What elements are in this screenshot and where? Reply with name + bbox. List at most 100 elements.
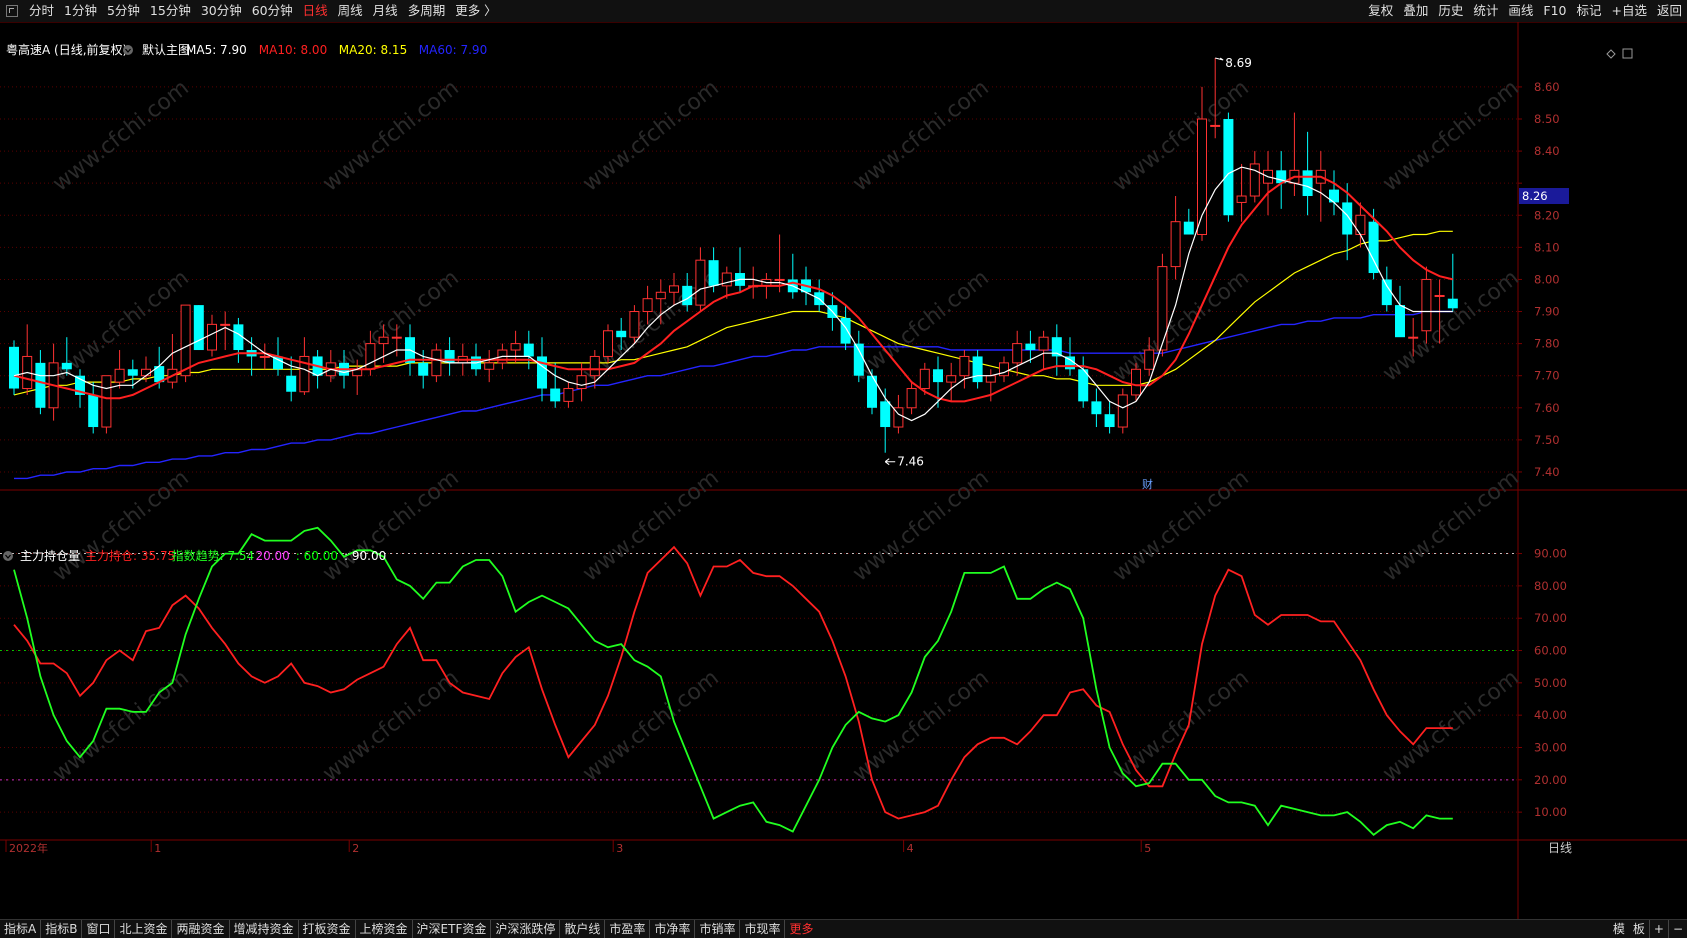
ma60-path (14, 310, 1453, 480)
tool-button-7[interactable]: +自选 (1607, 0, 1652, 22)
period-tabs: 分时 1分钟 5分钟 15分钟 30分钟 60分钟 日线 周线 月线 多周期 更多 〉 (0, 0, 502, 22)
period-tab-3[interactable]: 15分钟 (145, 0, 196, 22)
candle-body (101, 375, 112, 428)
stock-chart: www.cfchi.com www.cfchi.com www.cfchi.com w… (0, 22, 1687, 919)
diamond-icon[interactable] (1606, 49, 1616, 59)
candle-body (1025, 343, 1036, 351)
watermark-text: www.cfchi.com (318, 75, 463, 196)
min-arrow (884, 458, 896, 466)
top-toolbar: 分时 1分钟 5分钟 15分钟 30分钟 60分钟 日线 周线 月线 多周期 更多 〉 复权 叠加 历史… (0, 0, 1687, 23)
tool-button-3[interactable]: 统计 (1468, 0, 1503, 22)
watermark-text: www.cfchi.com (848, 75, 993, 196)
candle-body (1091, 401, 1102, 415)
tool-button-2[interactable]: 历史 (1433, 0, 1468, 22)
ma-legend-2: MA20: 8.15 (339, 43, 407, 57)
indicator-tab-8[interactable]: 沪深ETF资金 (411, 920, 491, 938)
candle-body (207, 323, 217, 351)
candle-body (840, 317, 851, 344)
indicator-tab-9[interactable]: 沪深涨跌停 (490, 920, 559, 938)
period-tab-9[interactable]: 多周期 (403, 0, 451, 22)
candle-body (444, 350, 455, 363)
tool-button-5[interactable]: F10 (1538, 0, 1571, 22)
price-axis-label: 7.90 (1534, 305, 1560, 319)
template-name: 默认主图 (142, 42, 190, 57)
candle-body (1355, 214, 1366, 236)
max-price-label: 8.69 (1225, 56, 1252, 70)
watermark-text: www.cfchi.com (1378, 665, 1523, 786)
period-tab-5[interactable]: 60分钟 (247, 0, 298, 22)
period-tab-8[interactable]: 月线 (368, 0, 403, 22)
tool-button-8[interactable]: 返回 (1652, 0, 1687, 22)
candle-body (1249, 163, 1260, 197)
x-label: 1 (154, 842, 161, 855)
candle-body (1117, 394, 1128, 428)
indicator-tab-5[interactable]: 增减持资金 (228, 920, 298, 938)
restore-window-icon[interactable] (6, 5, 18, 17)
indicator-legend-1: 指数趋势: 7.54 (172, 548, 255, 563)
add-window-button[interactable]: + (1648, 920, 1668, 938)
ma-legend-3: MA60: 7.90 (419, 43, 487, 57)
template-button[interactable]: 模 (1609, 920, 1629, 938)
ma-legend-0: MA5: 7.90 (186, 43, 247, 57)
stock-title: 粤高速A (日线,前复权) (6, 42, 127, 57)
indicator-tab-13[interactable]: 市销率 (694, 920, 739, 938)
candle-body (1012, 343, 1023, 364)
indicator-tab-15[interactable]: 更多 (784, 920, 817, 938)
candle-body (616, 330, 627, 338)
candle-body (708, 260, 719, 286)
tool-button-0[interactable]: 复权 (1363, 0, 1398, 22)
period-tab-2[interactable]: 5分钟 (102, 0, 145, 22)
watermark-text: www.cfchi.com (848, 465, 993, 586)
indicator-axis-label: 10.00 (1534, 805, 1567, 819)
period-tab-10[interactable]: 更多 〉 (450, 0, 501, 22)
candle-body (695, 259, 706, 306)
watermark-text: www.cfchi.com (848, 265, 993, 386)
tool-button-6[interactable]: 标记 (1571, 0, 1606, 22)
indicator-tab-10[interactable]: 散户线 (559, 920, 604, 938)
candle-body (35, 362, 46, 408)
candle-body (1302, 170, 1313, 197)
candle-body (1170, 221, 1181, 268)
period-tab-0[interactable]: 分时 (24, 0, 59, 22)
candle-body (259, 355, 270, 358)
indicator-legend-4: : 90.00 (344, 549, 386, 563)
maximize-icon[interactable] (1622, 48, 1633, 59)
watermark-text: www.cfchi.com (1378, 465, 1523, 586)
finance-marker: 财 (1142, 477, 1153, 491)
indicator-tab-7[interactable]: 上榜资金 (354, 920, 412, 938)
tool-button-4[interactable]: 画线 (1503, 0, 1538, 22)
indicator-tab-6[interactable]: 打板资金 (297, 920, 355, 938)
period-tab-7[interactable]: 周线 (333, 0, 368, 22)
indicator-tab-2[interactable]: 窗口 (81, 920, 114, 938)
candle-body (127, 369, 138, 376)
tool-button-1[interactable]: 叠加 (1398, 0, 1433, 22)
candle-body (550, 388, 561, 402)
candle-body (576, 375, 587, 390)
indicator-tab-12[interactable]: 市净率 (649, 920, 694, 938)
indicator-tab-1[interactable]: 指标B (40, 920, 81, 938)
sub-legend-collapse-icon[interactable] (3, 551, 13, 561)
price-axis-label: 7.80 (1534, 337, 1560, 351)
tool-buttons: 复权 叠加 历史 统计 画线 F10 标记 +自选 返回 (1363, 0, 1687, 22)
indicator-tab-4[interactable]: 两融资金 (171, 920, 228, 938)
board-button[interactable]: 板 (1629, 920, 1649, 938)
period-tab-1[interactable]: 1分钟 (59, 0, 102, 22)
period-tab-4[interactable]: 30分钟 (196, 0, 247, 22)
main-legend-collapse-icon[interactable] (123, 45, 133, 55)
indicator-tab-11[interactable]: 市盈率 (604, 920, 649, 938)
remove-window-button[interactable]: − (1667, 920, 1687, 938)
indicator-axis-label: 60.00 (1534, 644, 1567, 658)
axes: 2022年 1 2 3 4 5 7.40 7.50 7.60 7.70 7.80 7.90 8.00 8.… (5, 56, 1572, 855)
indicator-tab-0[interactable]: 指标A (0, 920, 40, 938)
candle-body (1210, 124, 1221, 127)
bottom-right-buttons: 模 板 + − (1609, 920, 1687, 938)
period-tab-6[interactable]: 日线 (298, 0, 333, 22)
candle-body (1236, 195, 1247, 203)
candle-body (1197, 118, 1207, 236)
indicator-tab-3[interactable]: 北上资金 (114, 920, 171, 938)
main-force-subchart[interactable] (0, 526, 1518, 836)
indicator-tab-14[interactable]: 市现率 (739, 920, 784, 938)
candlesticks[interactable] (9, 58, 1458, 453)
indicator-legend-0: 主力持仓: 35.75 (85, 548, 175, 563)
ma60-line (14, 310, 1453, 480)
